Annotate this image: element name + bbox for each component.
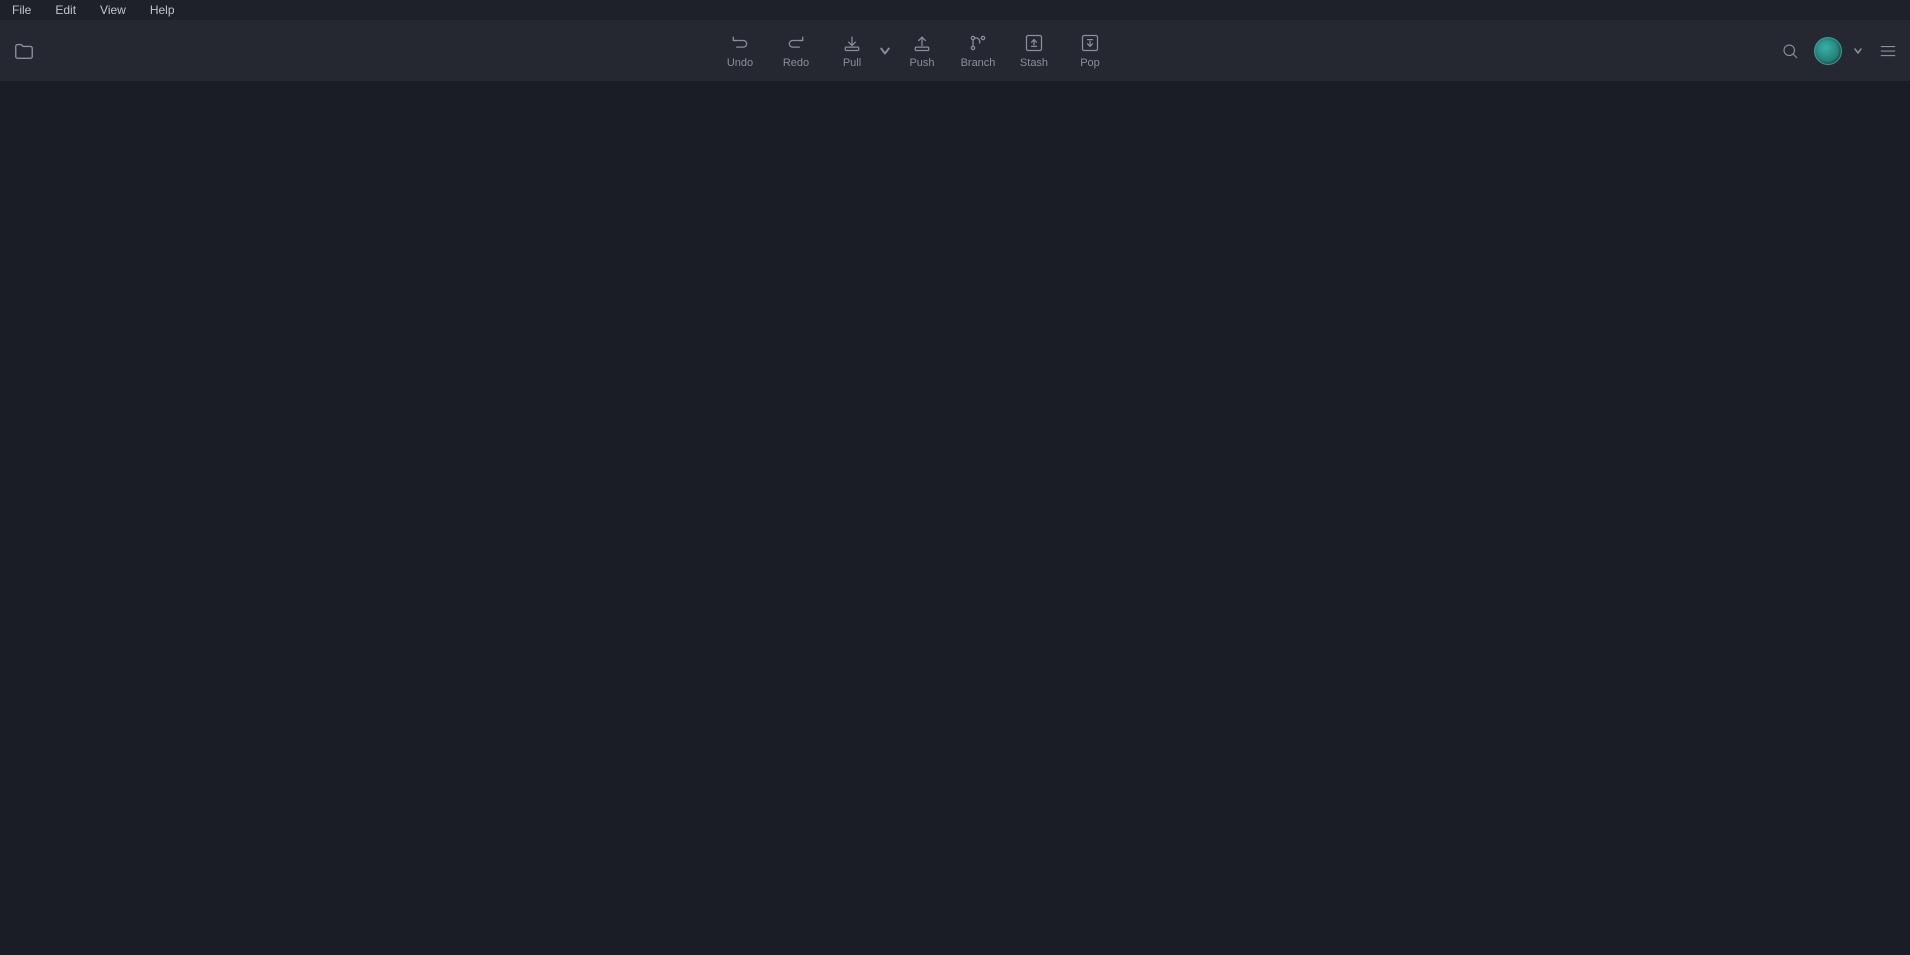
push-button[interactable]: Push	[896, 27, 948, 75]
push-label: Push	[909, 57, 934, 69]
pull-button-group: Pull	[826, 27, 892, 75]
pull-button[interactable]: Pull	[826, 27, 878, 75]
menu-item-help[interactable]: Help	[146, 1, 179, 19]
folder-icon[interactable]	[8, 35, 40, 67]
redo-button[interactable]: Redo	[770, 27, 822, 75]
branch-button[interactable]: Branch	[952, 27, 1004, 75]
menu-bar: File Edit View Help	[0, 0, 1910, 20]
pop-button[interactable]: Pop	[1064, 27, 1116, 75]
toolbar: Undo Redo Pull	[0, 20, 1910, 82]
branch-label: Branch	[961, 57, 996, 69]
undo-label: Undo	[727, 57, 753, 69]
search-icon[interactable]	[1774, 35, 1806, 67]
stash-button[interactable]: Stash	[1008, 27, 1060, 75]
toolbar-center: Undo Redo Pull	[56, 27, 1774, 75]
undo-button[interactable]: Undo	[714, 27, 766, 75]
hamburger-icon[interactable]	[1874, 37, 1902, 65]
menu-item-view[interactable]: View	[96, 1, 130, 19]
pull-label: Pull	[843, 57, 861, 69]
chevron-down-icon[interactable]	[1850, 37, 1866, 65]
menu-item-file[interactable]: File	[8, 1, 35, 19]
main-content	[0, 82, 1910, 955]
pull-dropdown-button[interactable]	[878, 27, 892, 75]
redo-label: Redo	[783, 57, 809, 69]
stash-label: Stash	[1020, 57, 1048, 69]
toolbar-right	[1774, 35, 1902, 67]
avatar-icon[interactable]	[1814, 37, 1842, 65]
pop-label: Pop	[1080, 57, 1100, 69]
menu-item-edit[interactable]: Edit	[51, 1, 80, 19]
